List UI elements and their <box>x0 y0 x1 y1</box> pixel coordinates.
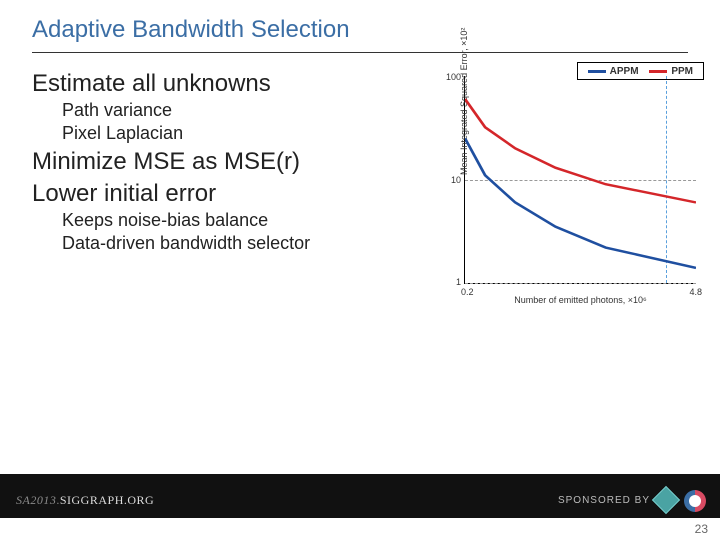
legend-swatch-ppm <box>649 70 667 73</box>
bullet-2: Minimize MSE as MSE(r) <box>32 148 310 176</box>
y-tick-100: 100 <box>439 72 461 82</box>
series-appm-line <box>465 138 696 268</box>
x-tick-max: 4.8 <box>689 287 702 297</box>
gridline-1 <box>465 283 696 284</box>
x-axis-label: Number of emitted photons, ×10⁶ <box>465 295 696 305</box>
bullet-3a: Keeps noise-bias balance <box>62 210 310 231</box>
y-tick-10: 10 <box>439 175 461 185</box>
title-divider <box>32 52 688 53</box>
footer-sig: SIGGRAPH.ORG <box>60 493 154 507</box>
bullet-1: Estimate all unknowns <box>32 70 310 98</box>
y-tick-1: 1 <box>439 277 461 287</box>
footer-sa: SA2013 <box>16 493 56 507</box>
chart-axes: Mean Integrated Squared Error, ×10² Numb… <box>464 76 696 284</box>
footer-sponsored: SPONSORED BY <box>558 495 650 506</box>
sponsor-swirl-icon <box>684 490 706 512</box>
slide-title: Adaptive Bandwidth Selection <box>32 16 350 44</box>
content-block: Estimate all unknowns Path variance Pixe… <box>32 66 310 256</box>
page-number: 23 <box>695 522 708 536</box>
bullet-3: Lower initial error <box>32 180 310 208</box>
chart-lines <box>465 76 696 283</box>
bullet-3b: Data-driven bandwidth selector <box>62 233 310 254</box>
bullet-1a: Path variance <box>62 100 310 121</box>
legend-swatch-appm <box>588 70 606 73</box>
x-tick-min: 0.2 <box>461 287 474 297</box>
bullet-1b: Pixel Laplacian <box>62 123 310 144</box>
footer-url: SA2013.SIGGRAPH.ORG <box>16 493 154 508</box>
mse-chart: APPM PPM Mean Integrated Squared Error, … <box>434 66 702 312</box>
